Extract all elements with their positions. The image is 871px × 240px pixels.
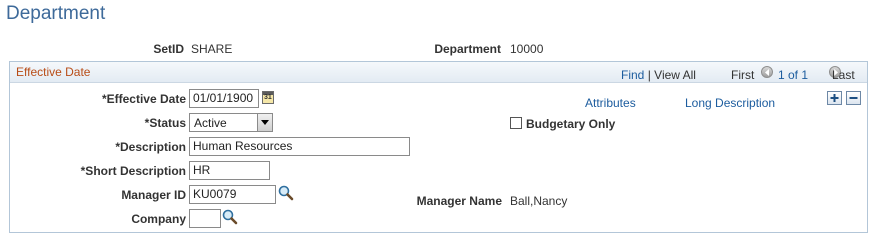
description-label: *Description (115, 140, 186, 154)
manager-name-value: Ball,Nancy (510, 194, 568, 208)
last-label: Last (832, 68, 855, 82)
view-all-link[interactable]: View All (654, 68, 696, 82)
panel-title: Effective Date (16, 65, 91, 79)
dropdown-arrow-icon[interactable] (257, 114, 272, 131)
delete-row-icon[interactable] (846, 91, 861, 105)
calendar-icon[interactable]: 31 (262, 91, 274, 104)
nav-separator: | (647, 68, 651, 82)
manager-name-label: Manager Name (416, 194, 502, 208)
manager-id-search-icon[interactable] (278, 185, 294, 201)
department-value: 10000 (510, 42, 544, 56)
budgetary-only-label: Budgetary Only (526, 117, 616, 131)
effective-date-input[interactable]: 01/01/1900 (189, 89, 259, 108)
previous-icon[interactable] (761, 66, 773, 78)
short-description-input[interactable]: HR (189, 161, 270, 180)
row-range: 1 of 1 (778, 68, 809, 82)
company-input[interactable] (189, 209, 221, 228)
setid-label: SetID (153, 42, 184, 56)
company-label: Company (131, 212, 186, 226)
page-title: Department (6, 3, 106, 24)
status-label: *Status (144, 116, 186, 130)
manager-id-label: Manager ID (121, 188, 186, 202)
panel-header: Effective Date Find | View All First 1 o… (10, 62, 867, 83)
effective-date-panel: Effective Date Find | View All First 1 o… (9, 61, 868, 233)
find-link[interactable]: Find (621, 68, 644, 82)
company-search-icon[interactable] (222, 209, 238, 225)
budgetary-only-checkbox[interactable] (510, 117, 522, 129)
long-description-link[interactable]: Long Description (685, 96, 775, 110)
description-input[interactable]: Human Resources (189, 137, 410, 156)
department-label: Department (434, 42, 501, 56)
effective-date-label: *Effective Date (101, 92, 186, 106)
status-select[interactable]: Active (189, 113, 273, 132)
attributes-link[interactable]: Attributes (585, 96, 636, 110)
status-selected-value: Active (194, 116, 227, 130)
add-row-icon[interactable] (827, 91, 842, 105)
scroll-navigation: Find | View All (621, 68, 696, 82)
setid-value: SHARE (191, 42, 233, 56)
manager-id-input[interactable]: KU0079 (189, 185, 276, 204)
short-description-label: *Short Description (80, 164, 186, 178)
first-label: First (731, 68, 755, 82)
calendar-day-number: 31 (264, 94, 272, 101)
